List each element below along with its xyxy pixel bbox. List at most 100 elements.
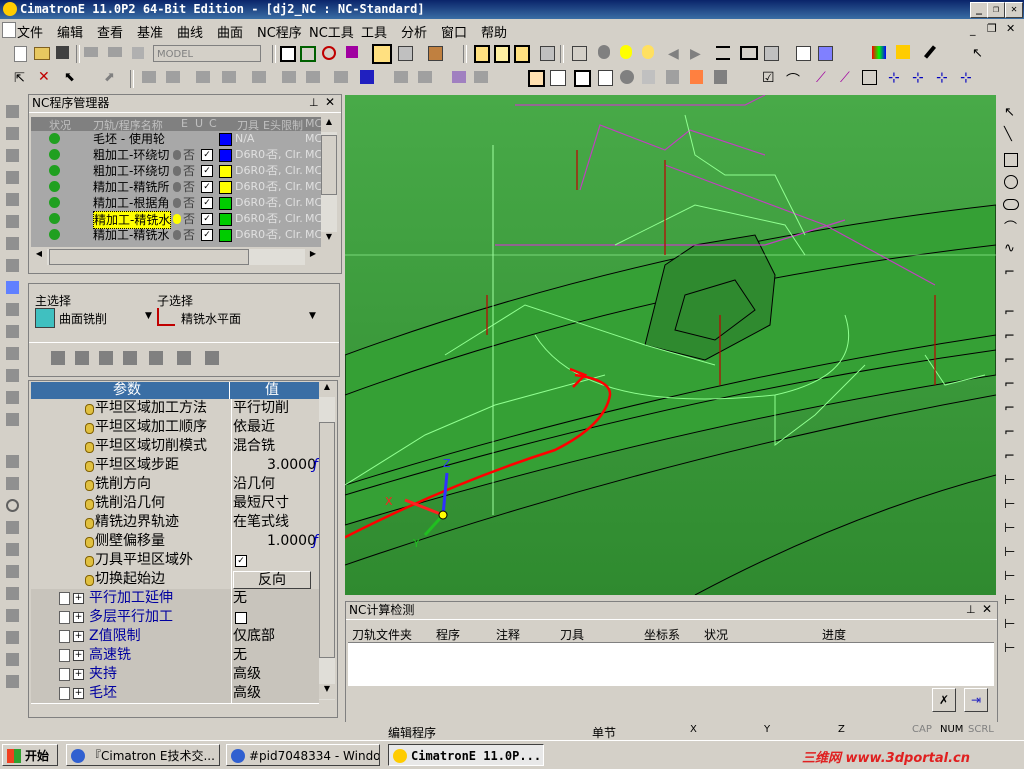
left-tool-20-icon[interactable] (0, 540, 26, 562)
right-tool-line-icon[interactable]: ╲ (1004, 127, 1012, 142)
expand-icon[interactable]: + (73, 669, 84, 680)
left-tool-12-icon[interactable] (0, 344, 26, 366)
menu-tools[interactable]: 工具 (361, 22, 387, 41)
right-tool-dim-icon[interactable]: ⊢ (1004, 473, 1015, 488)
left-tool-26-icon[interactable] (0, 672, 26, 694)
param-row[interactable]: 平坦区域步距 3.0000 ƒ (31, 456, 319, 476)
sub-select-dropdown[interactable]: 精铣水平面 ▼ (155, 308, 319, 328)
right-tool-spline-icon[interactable]: ∿ (1004, 241, 1015, 256)
param-value[interactable]: 高级 (233, 684, 261, 703)
sheet-icon[interactable] (528, 70, 545, 87)
start-button[interactable]: 开始 (2, 744, 58, 766)
right-tool-ellipse-icon[interactable] (1003, 199, 1019, 210)
param-value[interactable]: 依最近 (233, 418, 275, 437)
formula-icon[interactable]: ƒ (313, 532, 318, 551)
right-tool-join-icon[interactable]: ⌐ (1004, 449, 1015, 464)
right-tool-chamfer-icon[interactable]: ⌐ (1004, 353, 1015, 368)
left-tool-1-icon[interactable] (0, 102, 26, 124)
right-tool-offset-icon[interactable]: ⌐ (1004, 265, 1015, 280)
param-value[interactable]: 无 (233, 646, 247, 665)
left-tool-21-icon[interactable] (0, 562, 26, 584)
param-checkbox[interactable]: ✓ (235, 555, 247, 567)
arrow-left-icon[interactable]: ◀ (668, 46, 684, 62)
task-cimatron[interactable]: CimatronE 11.0P... (388, 744, 544, 766)
action-4-icon[interactable] (123, 351, 137, 365)
action-1-icon[interactable] (51, 351, 65, 365)
param-value[interactable]: 混合铣 (233, 437, 275, 456)
axis-1-icon[interactable]: ⊹ (888, 70, 904, 86)
mdi-minimize-button[interactable]: _ (970, 23, 976, 36)
left-tool-22-icon[interactable] (0, 584, 26, 606)
right-tool-mirror-icon[interactable]: ⊢ (1004, 545, 1015, 560)
nc-op-4-icon[interactable] (222, 71, 236, 83)
nc-manager-close-icon[interactable]: ✕ (325, 95, 335, 109)
nc-check-exit-button[interactable]: ⇥ (964, 688, 988, 712)
axis-4-icon[interactable]: ⊹ (960, 70, 976, 86)
expand-icon[interactable]: + (73, 612, 84, 623)
nc-manager-vscroll[interactable]: ▲ ▼ (321, 117, 337, 247)
wave-icon[interactable]: ⌒ (786, 70, 802, 89)
active-checkbox[interactable]: ✓ (201, 229, 213, 241)
right-tool-project-icon[interactable]: ⌐ (1004, 377, 1015, 392)
nc-op-6-icon[interactable] (282, 71, 296, 83)
left-tool-15-icon[interactable] (0, 410, 26, 432)
report-icon[interactable] (574, 70, 591, 87)
nc-program-icon[interactable] (494, 45, 510, 63)
active-checkbox[interactable]: ✓ (201, 181, 213, 193)
machine-icon[interactable] (666, 70, 679, 84)
right-tool-trim-icon[interactable]: ⌐ (1004, 305, 1015, 320)
filter-2-icon[interactable] (474, 71, 488, 83)
dimension-icon[interactable] (716, 46, 730, 60)
pan-icon[interactable] (300, 46, 316, 62)
expand-icon[interactable]: + (73, 593, 84, 604)
nc-program-row[interactable]: 精加工-根据角否 ✓ D6R0- 否, Clr. MC (31, 195, 321, 211)
save-icon[interactable] (56, 46, 69, 59)
expand-icon[interactable]: + (73, 688, 84, 699)
action-7-icon[interactable] (205, 351, 219, 365)
mdi-close-button[interactable]: ✕ (1006, 22, 1015, 35)
left-tool-17-icon[interactable] (0, 474, 26, 496)
nc-tool-icon[interactable] (474, 45, 490, 63)
param-row[interactable]: 平坦区域切削模式 混合铣 (31, 437, 319, 457)
param-number[interactable]: 1.0000 (267, 532, 316, 551)
param-value[interactable]: 沿几何 (233, 475, 275, 494)
left-tool-4-icon[interactable] (0, 168, 26, 190)
zoom-icon[interactable] (280, 46, 296, 62)
shade-icon[interactable] (398, 46, 413, 61)
right-tool-copy-icon[interactable]: ⊢ (1004, 521, 1015, 536)
nc-program-row[interactable]: 粗加工-环绕切否 ✓ D6R0- 否, Clr. MC (31, 163, 321, 179)
param-row[interactable]: + 平行加工延伸 无 (31, 589, 319, 609)
right-tool-rect-icon[interactable] (1004, 153, 1018, 167)
right-tool-split-icon[interactable]: ⌐ (1004, 425, 1015, 440)
param-row[interactable]: + 毛坯 高级 (31, 684, 319, 704)
nc-op-7-icon[interactable] (306, 71, 320, 83)
edit-icon[interactable] (714, 70, 727, 84)
param-value[interactable]: 最短尺寸 (233, 494, 289, 513)
left-tool-24-icon[interactable] (0, 628, 26, 650)
paint-bucket-icon[interactable] (896, 45, 910, 59)
measure-icon[interactable] (740, 46, 758, 60)
right-tool-delete-icon[interactable]: ⊢ (1004, 617, 1015, 632)
nc-op-1-icon[interactable] (142, 71, 156, 83)
close-button[interactable]: ✕ (1005, 2, 1023, 18)
table-icon[interactable] (550, 70, 566, 86)
nc-program-row[interactable]: 毛坯 - 使用轮 N/A MC (31, 131, 321, 147)
curve-draw-2-icon[interactable]: ⟋ (840, 70, 856, 86)
graphics-viewport[interactable]: Z X Y (345, 95, 996, 595)
right-tool-circle-icon[interactable] (1004, 175, 1018, 189)
list-icon[interactable] (360, 70, 374, 84)
menu-edit[interactable]: 编辑 (57, 22, 83, 41)
bulb-on-icon[interactable] (620, 45, 632, 59)
model-combo[interactable]: MODEL (153, 45, 261, 62)
param-row[interactable]: 切换起始边 反向 (31, 570, 319, 590)
menu-datum[interactable]: 基准 (137, 22, 163, 41)
param-checkbox[interactable] (235, 612, 247, 624)
new-file-icon[interactable] (14, 46, 27, 62)
open-folder-icon[interactable] (34, 47, 50, 60)
left-tool-5-icon[interactable] (0, 190, 26, 212)
formula-icon[interactable]: ƒ (313, 456, 318, 475)
pointer-icon[interactable]: ↖ (972, 46, 988, 62)
arrow-right-icon[interactable]: ▶ (690, 46, 706, 62)
param-value[interactable]: 平行切削 (233, 399, 289, 418)
curve-draw-icon[interactable]: ⟋ (816, 70, 832, 86)
